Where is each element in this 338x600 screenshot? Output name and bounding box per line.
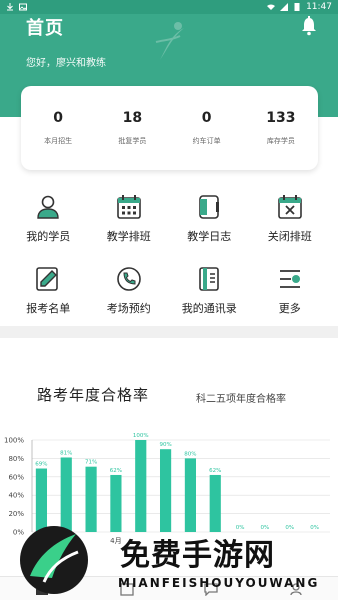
notebook-icon — [199, 195, 220, 219]
status-left — [6, 3, 27, 11]
status-right: 11:47 — [267, 2, 332, 12]
contacts-icon — [199, 267, 220, 291]
chart-bar — [110, 474, 122, 532]
bar-value-label: 69% — [35, 462, 47, 468]
status-time: 11:47 — [306, 2, 332, 12]
menu-item-close-schedule[interactable]: 关闭排班 — [250, 186, 330, 258]
bar-value-label: 0% — [285, 525, 294, 531]
bar-value-label: 0% — [261, 525, 270, 531]
stat-value: 0 — [53, 110, 63, 126]
bar-value-label: 62% — [110, 468, 122, 474]
y-tick-label: 0% — [13, 529, 24, 537]
y-tick-label: 20% — [8, 510, 24, 518]
battery-icon — [294, 3, 300, 11]
menu-row: 我的学员 教学排班 教学日志 关闭排班 — [8, 186, 330, 258]
bottom-nav — [0, 576, 338, 600]
stats-card: 0 本月招生 18 批复学员 0 约车订单 133 库存学员 — [21, 86, 318, 170]
menu-item-students[interactable]: 我的学员 — [8, 186, 88, 258]
download-icon — [7, 3, 13, 11]
menu-item-contacts[interactable]: 我的通讯录 — [169, 258, 249, 330]
calendar-icon[interactable] — [120, 582, 134, 596]
status-bar: 11:47 — [0, 0, 338, 14]
chart-bar — [209, 474, 221, 532]
chart-bar — [85, 466, 97, 532]
y-tick-label: 80% — [8, 455, 24, 463]
stat-item[interactable]: 133 库存学员 — [246, 110, 316, 146]
stat-value: 133 — [266, 110, 296, 126]
menu-row: 报考名单 考场预约 我的通讯录 更多 — [8, 258, 330, 330]
menu-label: 教学排班 — [106, 230, 151, 243]
x-tick-label: 1月 — [36, 537, 47, 545]
phone-icon — [116, 267, 141, 291]
signal-icon — [280, 3, 289, 11]
app-logo-icon — [155, 22, 184, 60]
bar-value-label: 71% — [85, 460, 97, 466]
menu-label: 关闭排班 — [267, 230, 312, 243]
chart-bar — [135, 440, 147, 532]
stat-item[interactable]: 18 批复学员 — [97, 110, 167, 146]
chart-bar — [35, 468, 48, 532]
calendar-close-icon — [277, 195, 302, 219]
bar-value-label: 0% — [310, 525, 319, 531]
profile-icon[interactable] — [289, 582, 303, 596]
pencil-list-icon — [36, 267, 59, 291]
chart-subtitle[interactable]: 科二五项年度合格率 — [196, 390, 286, 405]
app-screen: 11:47 首页 您好，廖兴和教练 0 本月招生 18 批复学员 0 约车订单 — [0, 0, 338, 600]
menu-item-more[interactable]: 更多 — [250, 258, 330, 330]
pass-rate-bar-chart: 0% 20% 40% 60% 80% 100% 69% 1月 81% 71% 62% 4月 100% 90… — [4, 433, 330, 545]
menu-label: 报考名单 — [26, 302, 71, 315]
page-title: 首页 — [26, 18, 64, 39]
stat-label: 库存学员 — [266, 137, 295, 145]
user-icon — [37, 195, 59, 219]
stat-label: 约车订单 — [192, 137, 221, 145]
stat-label: 批复学员 — [118, 137, 147, 145]
y-tick-label: 40% — [8, 492, 24, 500]
menu-item-schedule[interactable]: 教学排班 — [89, 186, 169, 258]
bar-value-label: 80% — [184, 451, 196, 457]
wifi-icon — [267, 4, 276, 10]
stat-value: 18 — [122, 110, 143, 126]
chart-bar — [184, 458, 197, 532]
menu-item-log[interactable]: 教学日志 — [169, 186, 249, 258]
stat-item[interactable]: 0 本月招生 — [23, 110, 93, 146]
y-tick-label: 100% — [4, 437, 24, 445]
bar-value-label: 90% — [159, 442, 171, 448]
bell-icon[interactable] — [300, 16, 318, 36]
stat-value: 0 — [201, 110, 212, 126]
menu-label: 考场预约 — [106, 302, 151, 315]
y-tick-label: 60% — [8, 473, 24, 481]
bar-value-label: 100% — [133, 433, 149, 439]
more-icon — [279, 270, 300, 288]
menu-label: 我的通讯录 — [181, 302, 237, 315]
message-icon[interactable] — [204, 582, 218, 596]
menu-label: 更多 — [278, 302, 301, 315]
x-tick-label: 4月 — [110, 537, 121, 545]
menu-grid: 我的学员 教学排班 教学日志 关闭排班 报考名单 考场预约 我的通讯录 更多 — [8, 186, 330, 330]
bar-value-label: 62% — [209, 468, 221, 474]
section-divider — [0, 326, 338, 338]
stat-item[interactable]: 0 约车订单 — [172, 110, 242, 146]
menu-label: 教学日志 — [187, 230, 232, 243]
bar-value-label: 0% — [236, 525, 245, 531]
menu-item-exam-list[interactable]: 报考名单 — [8, 258, 88, 330]
chart-bar — [159, 449, 172, 532]
menu-label: 我的学员 — [26, 230, 71, 243]
calendar-icon — [116, 195, 141, 219]
stat-label: 本月招生 — [44, 137, 73, 145]
greeting-text: 您好，廖兴和教练 — [26, 58, 106, 69]
menu-item-exam-booking[interactable]: 考场预约 — [89, 258, 169, 330]
bar-value-label: 81% — [60, 450, 72, 456]
image-icon — [19, 3, 27, 11]
chart-title[interactable]: 路考年度合格率 — [37, 384, 149, 405]
chart-bar — [60, 457, 72, 532]
home-icon[interactable] — [35, 582, 49, 596]
